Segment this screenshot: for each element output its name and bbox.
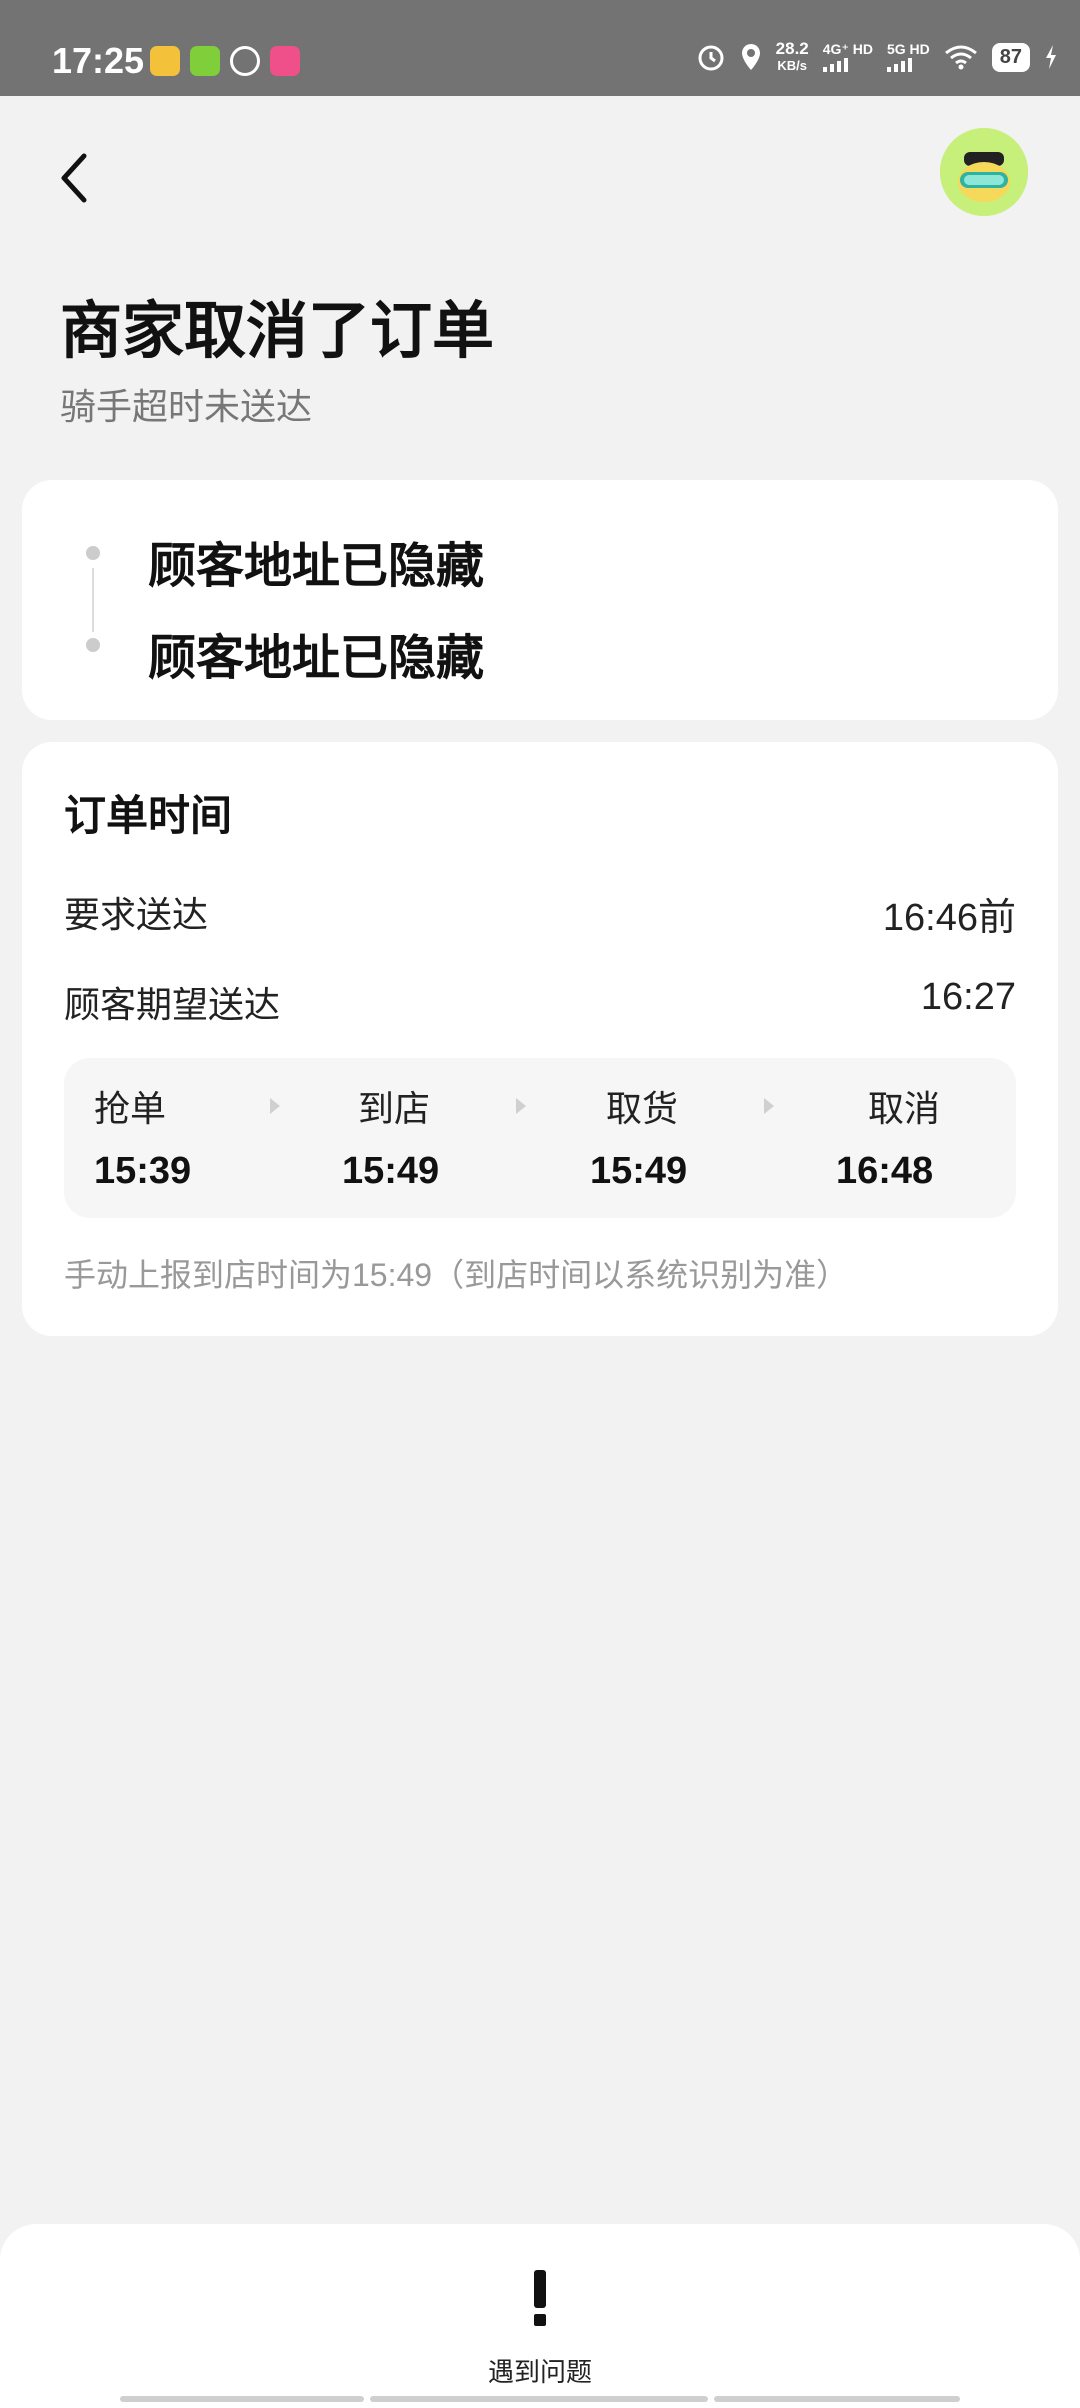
sim2-label: 5G HD	[886, 41, 930, 57]
report-problem-label: 遇到问题	[487, 2357, 592, 2387]
step-label: 取消	[868, 1088, 941, 1129]
battery-indicator: 87	[991, 42, 1030, 72]
nav-handle-right	[714, 2396, 960, 2402]
step-arrow-icon	[270, 1098, 280, 1114]
nav-handle-center	[370, 2396, 708, 2402]
step-time: 16:48	[836, 1150, 934, 1192]
back-arrow-icon[interactable]	[50, 148, 100, 208]
robot-avatar-icon	[940, 128, 1028, 216]
dropoff-address: 顾客地址已隐藏	[148, 632, 485, 685]
network-speed: 28.2 KB/s	[776, 40, 809, 74]
speed-value: 28.2	[775, 39, 809, 58]
sim1-signal: 4G⁺ HD	[822, 41, 873, 72]
timeline-step-grab: 抢单 15:39	[94, 1080, 294, 1193]
step-time: 15:39	[94, 1150, 192, 1192]
alarm-icon	[698, 45, 724, 71]
bottom-bar: 遇到问题	[0, 2224, 1080, 2408]
timeline-step-arrive: 到店 15:49	[342, 1080, 542, 1193]
charging-icon	[1046, 45, 1056, 69]
speed-unit: KB/s	[777, 58, 808, 73]
step-arrow-icon	[764, 1098, 774, 1114]
signal-bars-icon	[822, 56, 873, 72]
address-card: 顾客地址已隐藏 顾客地址已隐藏	[22, 480, 1058, 720]
location-icon	[741, 44, 760, 70]
avatar[interactable]	[940, 128, 1028, 216]
timeline-step-cancel: 取消 16:48	[836, 1080, 1036, 1193]
exclamation-icon	[534, 2270, 546, 2326]
sim2-signal: 5G HD	[886, 41, 930, 72]
app-icon-green	[190, 46, 220, 76]
step-arrow-icon	[516, 1098, 526, 1114]
sim1-label: 4G⁺ HD	[822, 41, 873, 57]
pickup-address: 顾客地址已隐藏	[148, 540, 485, 593]
app-icon-yellow	[150, 46, 180, 76]
arrival-note: 手动上报到店时间为15:49（到店时间以系统识别为准）	[64, 1257, 849, 1293]
pickup-dot	[86, 546, 100, 560]
wifi-icon	[944, 45, 977, 70]
status-time: 17:25	[52, 40, 145, 81]
route-line	[92, 568, 94, 632]
status-bar: 17:25 28.2 KB/s 4G⁺ HD 5G HD 87	[0, 0, 1080, 96]
nav-handle-left	[120, 2396, 364, 2402]
page-subtitle: 骑手超时未送达	[60, 386, 313, 427]
step-time: 15:49	[342, 1150, 440, 1192]
order-time-card: 订单时间 要求送达 16:46前 顾客期望送达 16:27 抢单 15:39 到…	[22, 742, 1058, 1336]
order-timeline: 抢单 15:39 到店 15:49 取货 15:49 取消 16:48	[64, 1058, 1016, 1218]
order-time-title: 订单时间	[64, 792, 233, 839]
app-icon-pink	[270, 46, 300, 76]
status-right: 28.2 KB/s 4G⁺ HD 5G HD 87	[696, 40, 1058, 74]
step-label: 到店	[358, 1088, 431, 1129]
step-label: 抢单	[94, 1088, 167, 1129]
app-icon-white	[230, 46, 260, 76]
step-time: 15:49	[590, 1150, 688, 1192]
notification-icons	[150, 46, 300, 76]
dropoff-dot	[86, 638, 100, 652]
timeline-step-pickup: 取货 15:49	[590, 1080, 790, 1193]
required-delivery-value: 16:46前	[882, 897, 1016, 939]
step-label: 取货	[606, 1088, 679, 1129]
page-title: 商家取消了订单	[60, 297, 495, 366]
signal-bars-icon	[886, 56, 930, 72]
expected-delivery-label: 顾客期望送达	[64, 984, 281, 1025]
expected-delivery-value: 16:27	[920, 976, 1016, 1018]
required-delivery-label: 要求送达	[64, 894, 209, 935]
